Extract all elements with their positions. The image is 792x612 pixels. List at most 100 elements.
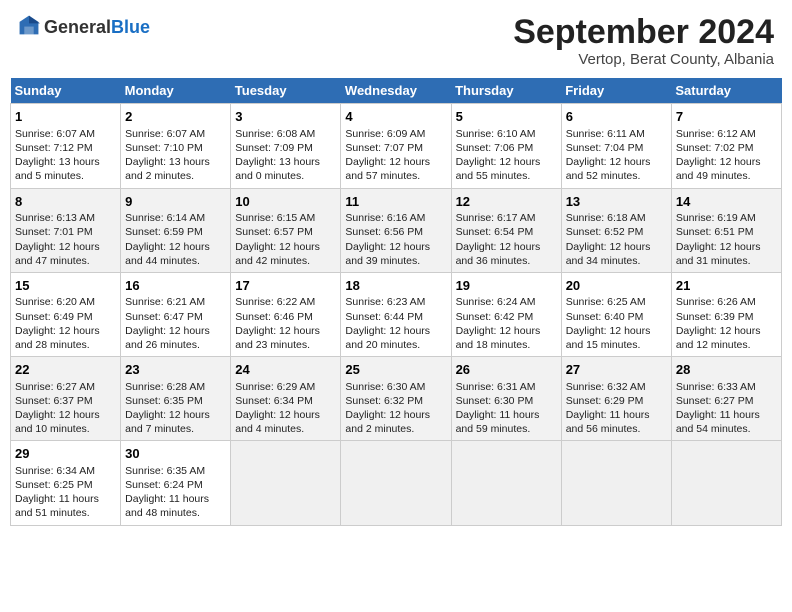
cell-info: Sunrise: 6:30 AMSunset: 6:32 PMDaylight:… — [345, 380, 446, 437]
cell-info: Sunrise: 6:21 AMSunset: 6:47 PMDaylight:… — [125, 295, 226, 352]
week-row-4: 22Sunrise: 6:27 AMSunset: 6:37 PMDayligh… — [11, 357, 782, 441]
calendar-cell: 29Sunrise: 6:34 AMSunset: 6:25 PMDayligh… — [11, 441, 121, 525]
cell-info: Sunrise: 6:28 AMSunset: 6:35 PMDaylight:… — [125, 380, 226, 437]
day-number: 5 — [456, 108, 557, 126]
cell-info: Sunrise: 6:13 AMSunset: 7:01 PMDaylight:… — [15, 211, 116, 268]
calendar-cell: 25Sunrise: 6:30 AMSunset: 6:32 PMDayligh… — [341, 357, 451, 441]
cell-info: Sunrise: 6:32 AMSunset: 6:29 PMDaylight:… — [566, 380, 667, 437]
col-header-monday: Monday — [121, 78, 231, 104]
col-header-wednesday: Wednesday — [341, 78, 451, 104]
day-number: 1 — [15, 108, 116, 126]
calendar-cell: 8Sunrise: 6:13 AMSunset: 7:01 PMDaylight… — [11, 188, 121, 272]
day-number: 4 — [345, 108, 446, 126]
calendar-cell: 7Sunrise: 6:12 AMSunset: 7:02 PMDaylight… — [671, 104, 781, 188]
cell-info: Sunrise: 6:33 AMSunset: 6:27 PMDaylight:… — [676, 380, 777, 437]
calendar-cell: 9Sunrise: 6:14 AMSunset: 6:59 PMDaylight… — [121, 188, 231, 272]
calendar-cell: 3Sunrise: 6:08 AMSunset: 7:09 PMDaylight… — [231, 104, 341, 188]
calendar-cell: 28Sunrise: 6:33 AMSunset: 6:27 PMDayligh… — [671, 357, 781, 441]
day-number: 22 — [15, 361, 116, 379]
cell-info: Sunrise: 6:09 AMSunset: 7:07 PMDaylight:… — [345, 127, 446, 184]
col-header-saturday: Saturday — [671, 78, 781, 104]
cell-info: Sunrise: 6:18 AMSunset: 6:52 PMDaylight:… — [566, 211, 667, 268]
day-number: 6 — [566, 108, 667, 126]
month-title: September 2024 — [513, 14, 774, 51]
cell-info: Sunrise: 6:07 AMSunset: 7:10 PMDaylight:… — [125, 127, 226, 184]
calendar-cell: 10Sunrise: 6:15 AMSunset: 6:57 PMDayligh… — [231, 188, 341, 272]
calendar-cell: 5Sunrise: 6:10 AMSunset: 7:06 PMDaylight… — [451, 104, 561, 188]
cell-info: Sunrise: 6:11 AMSunset: 7:04 PMDaylight:… — [566, 127, 667, 184]
logo-general: General — [44, 17, 111, 37]
day-number: 15 — [15, 277, 116, 295]
calendar-table: SundayMondayTuesdayWednesdayThursdayFrid… — [10, 78, 782, 525]
cell-info: Sunrise: 6:15 AMSunset: 6:57 PMDaylight:… — [235, 211, 336, 268]
logo-text: GeneralBlue — [44, 18, 150, 38]
cell-info: Sunrise: 6:12 AMSunset: 7:02 PMDaylight:… — [676, 127, 777, 184]
location-title: Vertop, Berat County, Albania — [513, 51, 774, 68]
calendar-cell: 11Sunrise: 6:16 AMSunset: 6:56 PMDayligh… — [341, 188, 451, 272]
cell-info: Sunrise: 6:08 AMSunset: 7:09 PMDaylight:… — [235, 127, 336, 184]
day-number: 13 — [566, 193, 667, 211]
logo-blue: Blue — [111, 17, 150, 37]
calendar-cell: 17Sunrise: 6:22 AMSunset: 6:46 PMDayligh… — [231, 272, 341, 356]
calendar-cell: 23Sunrise: 6:28 AMSunset: 6:35 PMDayligh… — [121, 357, 231, 441]
logo: GeneralBlue — [18, 14, 150, 41]
calendar-cell: 16Sunrise: 6:21 AMSunset: 6:47 PMDayligh… — [121, 272, 231, 356]
cell-info: Sunrise: 6:27 AMSunset: 6:37 PMDaylight:… — [15, 380, 116, 437]
calendar-cell: 2Sunrise: 6:07 AMSunset: 7:10 PMDaylight… — [121, 104, 231, 188]
cell-info: Sunrise: 6:16 AMSunset: 6:56 PMDaylight:… — [345, 211, 446, 268]
week-row-1: 1Sunrise: 6:07 AMSunset: 7:12 PMDaylight… — [11, 104, 782, 188]
day-number: 27 — [566, 361, 667, 379]
week-row-2: 8Sunrise: 6:13 AMSunset: 7:01 PMDaylight… — [11, 188, 782, 272]
cell-info: Sunrise: 6:25 AMSunset: 6:40 PMDaylight:… — [566, 295, 667, 352]
col-header-thursday: Thursday — [451, 78, 561, 104]
calendar-cell: 13Sunrise: 6:18 AMSunset: 6:52 PMDayligh… — [561, 188, 671, 272]
day-number: 9 — [125, 193, 226, 211]
cell-info: Sunrise: 6:22 AMSunset: 6:46 PMDaylight:… — [235, 295, 336, 352]
title-block: September 2024 Vertop, Berat County, Alb… — [513, 14, 774, 68]
day-number: 3 — [235, 108, 336, 126]
day-number: 24 — [235, 361, 336, 379]
calendar-cell: 12Sunrise: 6:17 AMSunset: 6:54 PMDayligh… — [451, 188, 561, 272]
col-header-friday: Friday — [561, 78, 671, 104]
day-number: 16 — [125, 277, 226, 295]
week-row-5: 29Sunrise: 6:34 AMSunset: 6:25 PMDayligh… — [11, 441, 782, 525]
logo-graphic — [18, 14, 40, 41]
day-number: 12 — [456, 193, 557, 211]
calendar-body: 1Sunrise: 6:07 AMSunset: 7:12 PMDaylight… — [11, 104, 782, 525]
calendar-cell: 22Sunrise: 6:27 AMSunset: 6:37 PMDayligh… — [11, 357, 121, 441]
calendar-header: SundayMondayTuesdayWednesdayThursdayFrid… — [11, 78, 782, 104]
calendar-cell: 1Sunrise: 6:07 AMSunset: 7:12 PMDaylight… — [11, 104, 121, 188]
day-number: 25 — [345, 361, 446, 379]
calendar-cell: 15Sunrise: 6:20 AMSunset: 6:49 PMDayligh… — [11, 272, 121, 356]
cell-info: Sunrise: 6:10 AMSunset: 7:06 PMDaylight:… — [456, 127, 557, 184]
calendar-cell — [561, 441, 671, 525]
day-number: 2 — [125, 108, 226, 126]
calendar-cell: 19Sunrise: 6:24 AMSunset: 6:42 PMDayligh… — [451, 272, 561, 356]
calendar-cell — [231, 441, 341, 525]
calendar-cell: 21Sunrise: 6:26 AMSunset: 6:39 PMDayligh… — [671, 272, 781, 356]
day-number: 21 — [676, 277, 777, 295]
day-number: 17 — [235, 277, 336, 295]
cell-info: Sunrise: 6:31 AMSunset: 6:30 PMDaylight:… — [456, 380, 557, 437]
calendar-cell — [671, 441, 781, 525]
calendar-cell: 4Sunrise: 6:09 AMSunset: 7:07 PMDaylight… — [341, 104, 451, 188]
calendar-cell: 30Sunrise: 6:35 AMSunset: 6:24 PMDayligh… — [121, 441, 231, 525]
calendar-cell: 26Sunrise: 6:31 AMSunset: 6:30 PMDayligh… — [451, 357, 561, 441]
day-number: 28 — [676, 361, 777, 379]
cell-info: Sunrise: 6:07 AMSunset: 7:12 PMDaylight:… — [15, 127, 116, 184]
calendar-cell: 27Sunrise: 6:32 AMSunset: 6:29 PMDayligh… — [561, 357, 671, 441]
cell-info: Sunrise: 6:26 AMSunset: 6:39 PMDaylight:… — [676, 295, 777, 352]
page-header: GeneralBlue September 2024 Vertop, Berat… — [10, 10, 782, 72]
cell-info: Sunrise: 6:29 AMSunset: 6:34 PMDaylight:… — [235, 380, 336, 437]
cell-info: Sunrise: 6:17 AMSunset: 6:54 PMDaylight:… — [456, 211, 557, 268]
calendar-cell: 18Sunrise: 6:23 AMSunset: 6:44 PMDayligh… — [341, 272, 451, 356]
day-number: 30 — [125, 445, 226, 463]
calendar-cell — [451, 441, 561, 525]
day-number: 8 — [15, 193, 116, 211]
col-header-sunday: Sunday — [11, 78, 121, 104]
day-number: 14 — [676, 193, 777, 211]
calendar-cell: 20Sunrise: 6:25 AMSunset: 6:40 PMDayligh… — [561, 272, 671, 356]
header-row: SundayMondayTuesdayWednesdayThursdayFrid… — [11, 78, 782, 104]
cell-info: Sunrise: 6:35 AMSunset: 6:24 PMDaylight:… — [125, 464, 226, 521]
day-number: 23 — [125, 361, 226, 379]
